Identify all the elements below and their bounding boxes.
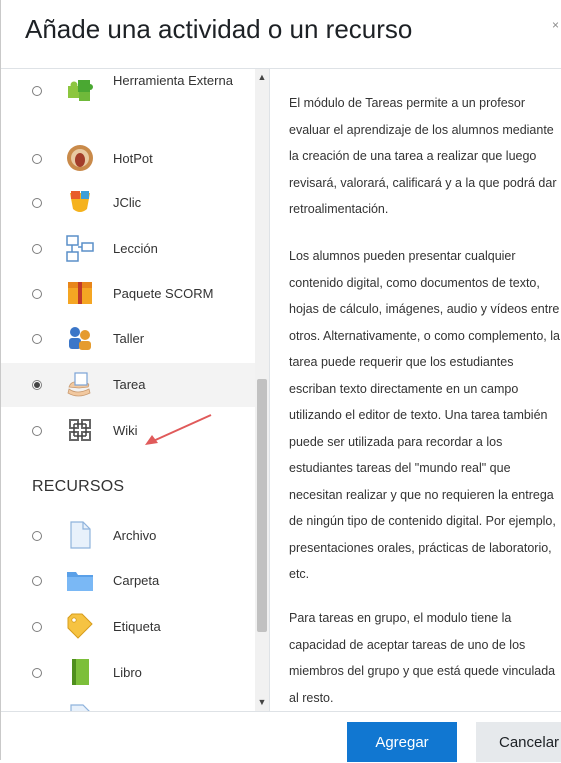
book-icon bbox=[65, 657, 95, 687]
module-description: El módulo de Tareas permite a un profeso… bbox=[270, 69, 561, 711]
module-item-file[interactable]: Archivo bbox=[1, 514, 255, 558]
puzzle-piece-icon bbox=[65, 75, 95, 105]
module-label: Lección bbox=[113, 241, 158, 256]
description-paragraph: El módulo de Tareas permite a un profeso… bbox=[289, 96, 557, 216]
add-activity-dialog: Añade una actividad o un recurso × Herra… bbox=[0, 0, 561, 762]
file-icon bbox=[65, 520, 95, 550]
module-item-lesson[interactable]: Lección bbox=[1, 227, 255, 271]
radio-button[interactable] bbox=[32, 198, 42, 208]
workshop-icon bbox=[65, 323, 95, 353]
lesson-icon bbox=[65, 233, 95, 263]
module-item-workshop[interactable]: Taller bbox=[1, 317, 255, 361]
description-paragraph: Los alumnos pueden presentar cualquier c… bbox=[289, 249, 560, 581]
radio-button-selected[interactable] bbox=[32, 380, 42, 390]
dialog-title: Añade una actividad o un recurso bbox=[25, 14, 413, 44]
module-item-partial[interactable] bbox=[1, 697, 255, 711]
add-button[interactable]: Agregar bbox=[347, 722, 457, 762]
module-list: Herramienta Externa HotPot JClic Lección bbox=[1, 69, 270, 711]
list-scrollbar[interactable]: ▲ ▼ bbox=[255, 69, 269, 711]
folder-icon bbox=[65, 565, 95, 595]
radio-button[interactable] bbox=[32, 289, 42, 299]
scroll-down-arrow-icon[interactable]: ▼ bbox=[255, 696, 269, 708]
radio-button[interactable] bbox=[32, 622, 42, 632]
resources-heading: RECURSOS bbox=[32, 478, 125, 495]
radio-button[interactable] bbox=[32, 576, 42, 586]
radio-button[interactable] bbox=[32, 531, 42, 541]
annotation-arrow bbox=[145, 414, 212, 445]
module-label: JClic bbox=[113, 195, 142, 210]
scroll-up-arrow-icon[interactable]: ▲ bbox=[255, 71, 269, 83]
dialog-footer: Agregar Cancelar bbox=[1, 711, 561, 762]
module-item-scorm[interactable]: Paquete SCORM bbox=[1, 272, 255, 316]
module-label: Wiki bbox=[113, 423, 138, 438]
radio-button[interactable] bbox=[32, 154, 42, 164]
hotpot-icon bbox=[65, 143, 95, 173]
radio-button[interactable] bbox=[32, 426, 42, 436]
close-icon[interactable]: × bbox=[552, 18, 559, 32]
file-icon bbox=[65, 703, 95, 711]
radio-button[interactable] bbox=[32, 244, 42, 254]
module-label: Taller bbox=[113, 331, 145, 346]
radio-button[interactable] bbox=[32, 334, 42, 344]
jclic-icon bbox=[65, 187, 95, 217]
radio-button[interactable] bbox=[32, 86, 42, 96]
assignment-hand-icon bbox=[65, 369, 95, 399]
module-item-folder[interactable]: Carpeta bbox=[1, 559, 255, 603]
module-label: HotPot bbox=[113, 151, 153, 166]
module-label: Tarea bbox=[113, 377, 146, 392]
module-label: Archivo bbox=[113, 528, 157, 543]
module-label: Herramienta Externa bbox=[113, 73, 233, 88]
module-item-assignment[interactable]: Tarea bbox=[1, 363, 255, 407]
module-item-jclic[interactable]: JClic bbox=[1, 181, 255, 225]
scroll-thumb[interactable] bbox=[257, 379, 267, 632]
wiki-icon bbox=[65, 415, 95, 445]
module-label: Etiqueta bbox=[113, 619, 161, 634]
scorm-package-icon bbox=[65, 278, 95, 308]
cancel-button[interactable]: Cancelar bbox=[476, 722, 561, 762]
label-tag-icon bbox=[65, 611, 95, 641]
module-item-hotpot[interactable]: HotPot bbox=[1, 137, 255, 181]
description-paragraph: Para tareas en grupo, el modulo tiene la… bbox=[289, 611, 556, 705]
module-item-book[interactable]: Libro bbox=[1, 651, 255, 695]
module-label: Libro bbox=[113, 665, 142, 680]
dialog-header: Añade una actividad o un recurso × bbox=[1, 0, 561, 69]
module-label: Carpeta bbox=[113, 573, 160, 588]
module-item-external-tool[interactable]: Herramienta Externa bbox=[1, 69, 255, 113]
module-item-label[interactable]: Etiqueta bbox=[1, 605, 255, 649]
module-label: Paquete SCORM bbox=[113, 286, 214, 301]
radio-button[interactable] bbox=[32, 668, 42, 678]
